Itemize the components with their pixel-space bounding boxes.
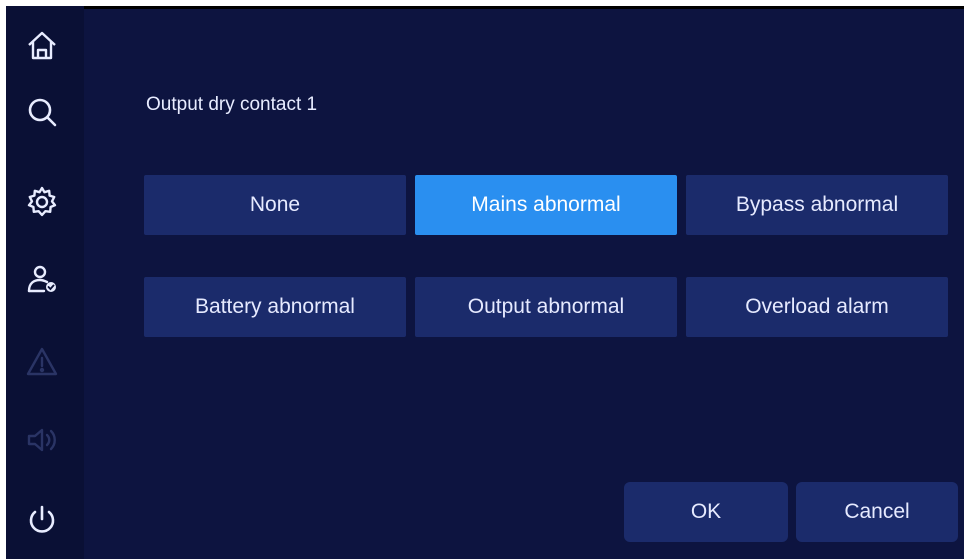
speaker-icon — [27, 428, 56, 452]
home-icon — [28, 31, 56, 60]
ok-button[interactable]: OK — [624, 482, 788, 542]
option-output-abnormal[interactable]: Output abnormal — [415, 277, 677, 337]
sidebar-item-alarm[interactable] — [20, 340, 64, 384]
option-overload-alarm[interactable]: Overload alarm — [686, 277, 948, 337]
option-bypass-abnormal[interactable]: Bypass abnormal — [686, 175, 948, 235]
sidebar-item-home[interactable] — [20, 24, 64, 68]
sidebar-item-sound[interactable] — [20, 418, 64, 462]
search-icon — [28, 98, 57, 127]
cancel-button-label: Cancel — [844, 500, 910, 523]
option-mains-abnormal[interactable]: Mains abnormal — [415, 175, 677, 235]
sidebar — [6, 6, 84, 559]
power-icon — [29, 505, 55, 533]
option-label: Mains abnormal — [471, 193, 621, 216]
option-none[interactable]: None — [144, 175, 406, 235]
option-label: Bypass abnormal — [735, 193, 899, 216]
sidebar-item-settings[interactable] — [20, 180, 64, 224]
page-title: Output dry contact 1 — [146, 94, 318, 115]
option-label: None — [249, 193, 301, 216]
settings-screen: Output dry contact 1 None Mains abnormal… — [6, 6, 964, 559]
ok-button-label: OK — [690, 500, 722, 523]
sidebar-item-power[interactable] — [20, 498, 64, 542]
gear-icon — [27, 186, 57, 217]
cancel-button[interactable]: Cancel — [796, 482, 958, 542]
user-check-icon — [27, 265, 56, 293]
option-battery-abnormal[interactable]: Battery abnormal — [144, 277, 406, 337]
sidebar-item-search[interactable] — [20, 90, 64, 134]
top-border — [6, 6, 964, 9]
option-label: Overload alarm — [745, 295, 889, 318]
warning-icon — [26, 347, 58, 376]
sidebar-item-user[interactable] — [20, 258, 64, 302]
option-label: Battery abnormal — [195, 295, 355, 318]
device-frame: Output dry contact 1 None Mains abnormal… — [0, 0, 964, 559]
option-label: Output abnormal — [467, 295, 625, 318]
